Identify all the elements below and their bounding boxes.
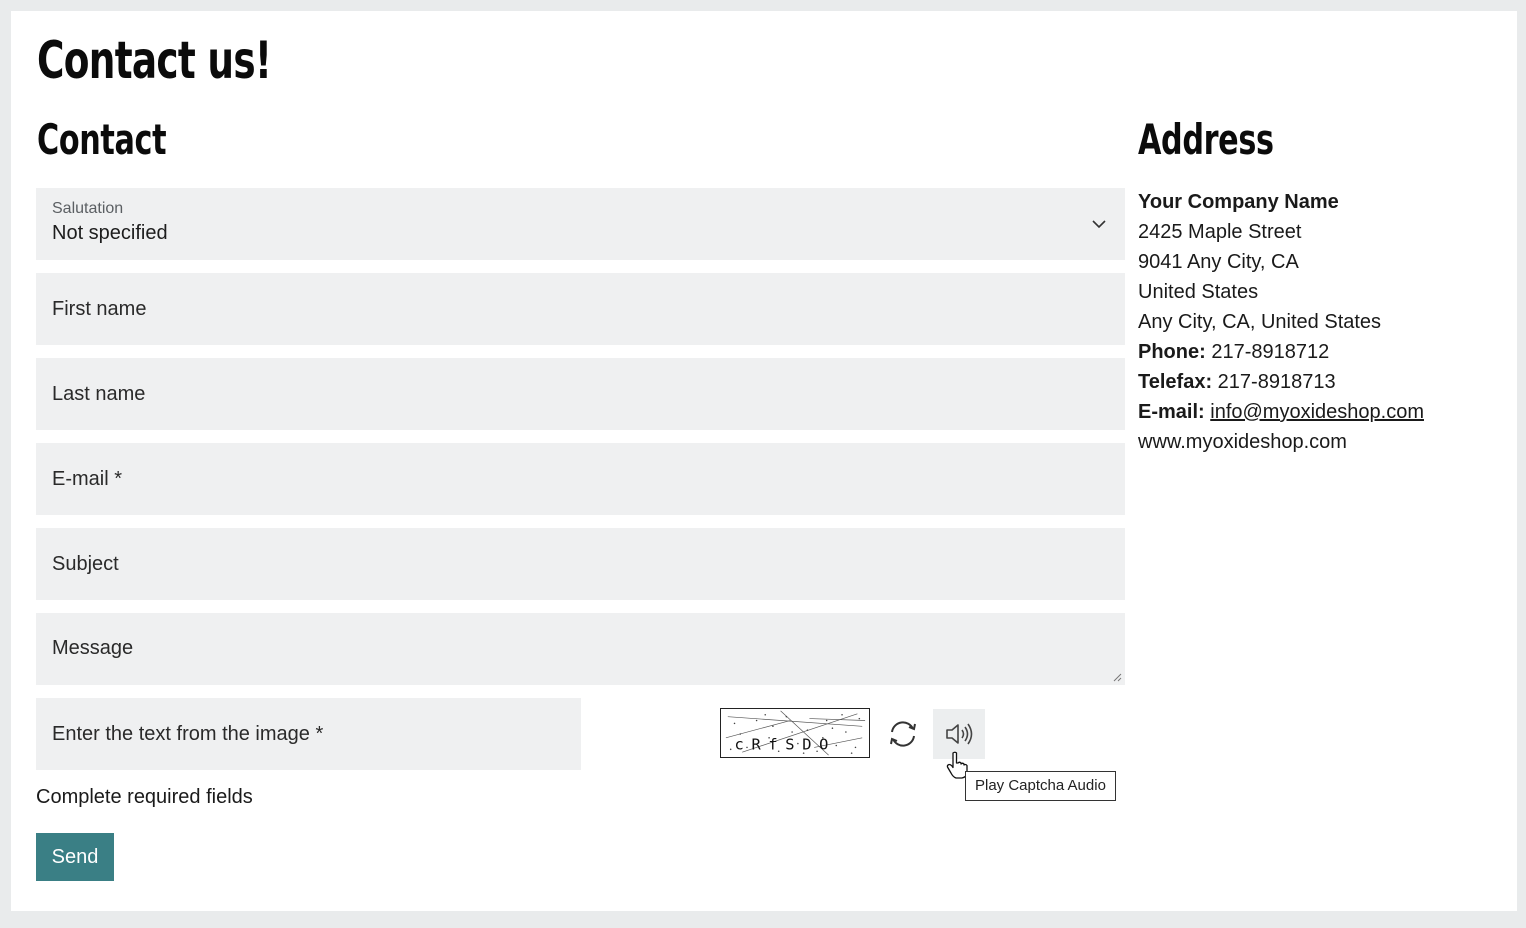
salutation-value: Not specified — [52, 222, 168, 244]
phone-value: 217-8918712 — [1211, 341, 1330, 363]
contact-page-card: Contact us! Contact Address Salutation N… — [11, 11, 1517, 911]
message-textarea[interactable] — [36, 613, 1125, 685]
message-field[interactable] — [36, 613, 1125, 685]
captcha-field[interactable] — [36, 698, 581, 770]
first-name-field[interactable] — [36, 273, 1125, 345]
email-input[interactable] — [36, 443, 1125, 515]
full-city-line: Any City, CA, United States — [1138, 311, 1382, 333]
company-name: Your Company Name — [1138, 191, 1339, 213]
email-link[interactable]: info@myoxideshop.com — [1210, 401, 1424, 423]
email-field[interactable] — [36, 443, 1125, 515]
captcha-image: cRfSDO — [720, 708, 870, 758]
phone-line: Phone: 217-8918712 — [1138, 337, 1498, 367]
fax-value: 217-8918713 — [1217, 371, 1336, 393]
country-line: United States — [1138, 281, 1259, 303]
refresh-icon — [890, 721, 916, 747]
chevron-down-icon — [1092, 220, 1106, 229]
subject-input[interactable] — [36, 528, 1125, 600]
captcha-text: cRfSDO — [735, 735, 837, 753]
last-name-input[interactable] — [36, 358, 1125, 430]
audio-tooltip: Play Captcha Audio — [965, 771, 1116, 801]
fax-label: Telefax: — [1138, 371, 1213, 393]
refresh-captcha-button[interactable] — [883, 713, 923, 755]
first-name-input[interactable] — [36, 273, 1125, 345]
salutation-select[interactable]: Salutation Not specified — [36, 188, 1125, 260]
street-line: 2425 Maple Street — [1138, 221, 1302, 243]
email-label: E-mail: — [1138, 401, 1205, 423]
address-block: Your Company Name 2425 Maple Street 9041… — [1138, 187, 1498, 457]
resize-grip-icon[interactable] — [1112, 672, 1122, 682]
phone-label: Phone: — [1138, 341, 1206, 363]
fax-line: Telefax: 217-8918713 — [1138, 367, 1498, 397]
captcha-input[interactable] — [36, 698, 581, 770]
send-button[interactable]: Send — [36, 833, 114, 881]
salutation-label: Salutation — [52, 200, 124, 217]
last-name-field[interactable] — [36, 358, 1125, 430]
city-line: 9041 Any City, CA — [1138, 251, 1299, 273]
page-title: Contact us! — [37, 31, 272, 91]
contact-section-title: Contact — [37, 115, 167, 164]
email-line: E-mail: info@myoxideshop.com — [1138, 397, 1498, 427]
address-section-title: Address — [1138, 115, 1274, 164]
speaker-icon — [946, 723, 973, 745]
website-line: www.myoxideshop.com — [1138, 431, 1347, 453]
required-fields-note: Complete required fields — [36, 786, 253, 808]
subject-field[interactable] — [36, 528, 1125, 600]
